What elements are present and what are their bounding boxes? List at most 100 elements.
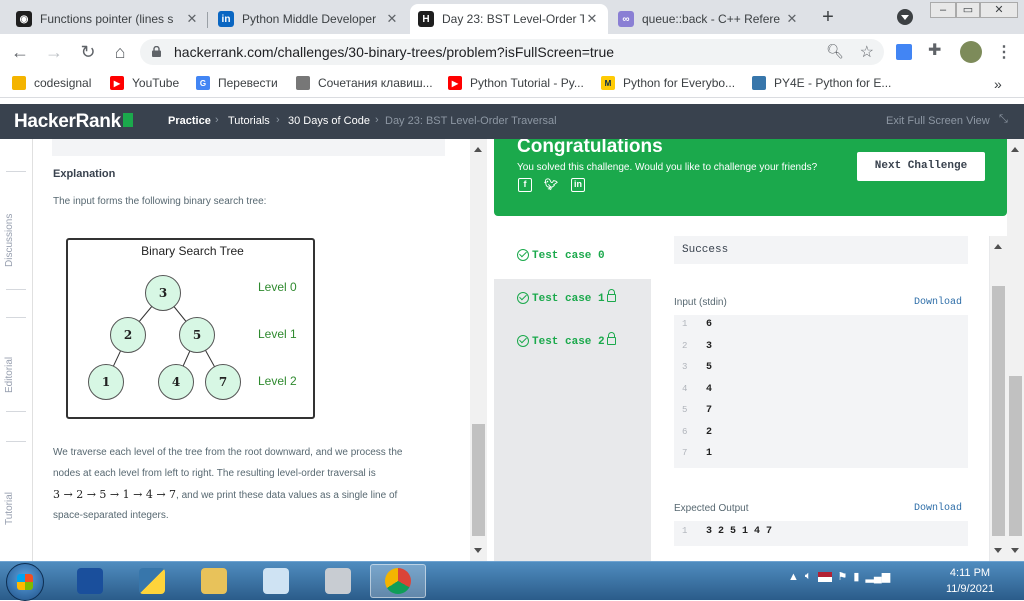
tab-title: queue::back - C++ Refere [642,12,781,26]
close-tab-icon[interactable]: ✕ [784,11,800,27]
reload-icon[interactable]: ↻ [76,40,100,64]
bookmark-python-for-everybody[interactable]: M Python for Everybo... [601,76,735,90]
hackerrank-icon: H [418,11,434,27]
browser-tab-queue-back[interactable]: ∞ queue::back - C++ Refere ✕ [610,4,808,34]
congrats-title: Congratulations [517,139,663,157]
language-flag-icon[interactable] [817,571,832,582]
hackerrank-logo[interactable]: HackerRank [14,111,133,133]
chrome-menu-icon[interactable]: ⋮ [996,42,1012,62]
start-button[interactable] [6,563,44,601]
minimize-window-button[interactable]: – [930,2,956,18]
back-arrow-icon[interactable]: ← [8,40,32,64]
lock-icon [152,46,161,57]
tab-title: Day 23: BST Level-Order T [442,12,584,26]
bookmark-youtube[interactable]: ▶ YouTube [110,76,179,90]
taskbar-calculator[interactable] [310,564,366,598]
scroll-down-icon[interactable] [474,548,482,553]
linkedin-icon[interactable]: in [571,178,585,192]
profile-avatar[interactable] [960,41,982,63]
problem-scrollbar[interactable] [470,139,487,561]
breadcrumb-practice[interactable]: Practice [168,115,211,127]
translate-extension-icon[interactable] [896,44,912,60]
more-bookmarks-button[interactable]: » [994,76,1002,92]
breadcrumb-30-days[interactable]: 30 Days of Code [288,115,370,127]
maximize-window-button[interactable]: ▭ [956,2,980,18]
bookmark-py4e[interactable]: PY4E - Python for E... [752,76,891,90]
collapse-icon[interactable]: ⤡ [999,113,1008,126]
tab-editorial[interactable]: Editorial [4,357,15,393]
close-tab-icon[interactable]: ✕ [184,11,200,27]
tab-tutorial[interactable]: Tutorial [4,492,15,525]
address-bar[interactable]: hackerrank.com/challenges/30-binary-tree… [140,39,884,65]
folder-icon [201,568,227,594]
breadcrumb-tutorials[interactable]: Tutorials [228,115,270,127]
taskbar-notepad[interactable] [248,564,304,598]
bookmark-label: YouTube [132,76,180,90]
download-input-link[interactable]: Download [914,297,962,308]
expected-output-label: Expected Output [674,503,749,514]
taskbar-powershell[interactable] [62,564,118,598]
facebook-icon[interactable]: f [518,178,532,192]
status-text: Success [682,244,729,256]
test-case-label: Test case 2 [532,336,605,348]
test-case-0-tab[interactable]: Test case 0 [494,236,651,279]
download-output-link[interactable]: Download [914,503,962,514]
browser-tab-python-middle[interactable]: in Python Middle Developer ✕ [210,4,408,34]
twitter-icon[interactable]: 🐦︎ [544,178,558,192]
clock-date: 11/9/2021 [945,583,995,595]
scroll-thumb[interactable] [1009,376,1022,536]
taskbar-clock[interactable]: 4:11 PM 11/9/2021 [930,565,1010,597]
scroll-down-icon[interactable] [1011,548,1019,553]
breadcrumb-separator: › [215,114,219,126]
scroll-up-icon[interactable] [1011,147,1019,152]
test-case-1-tab[interactable]: Test case 1 [494,279,651,322]
scroll-up-icon[interactable] [474,147,482,152]
cppreference-icon: ∞ [618,11,634,27]
scroll-thumb[interactable] [472,424,485,536]
test-case-details: Success Input (stdin) Download 16 23 35 … [651,236,989,561]
taskbar-chrome[interactable] [370,564,426,598]
close-tab-icon[interactable]: ✕ [384,11,400,27]
action-center-icon[interactable]: ⚑ [838,570,848,583]
lock-icon [606,332,616,345]
forward-arrow-icon[interactable]: → [42,40,66,64]
home-icon[interactable]: ⌂ [108,40,132,64]
extensions-puzzle-icon[interactable]: ✚ [928,40,941,60]
scroll-down-icon[interactable] [994,548,1002,553]
python-icon [139,568,165,594]
bookmark-label: Python Tutorial - Py... [470,76,584,90]
level-label: Level 2 [258,374,297,388]
scroll-thumb[interactable] [992,286,1005,536]
tab-discussions[interactable]: Discussions [4,214,15,267]
test-case-scrollbar[interactable] [990,236,1007,561]
bookmark-codesignal[interactable]: codesignal [12,76,91,90]
results-scrollbar[interactable] [1007,139,1024,561]
bookmark-translate[interactable]: G Перевести [196,76,278,90]
input-label: Input (stdin) [674,297,727,308]
bookmark-python-tutorial[interactable]: ▶ Python Tutorial - Py... [448,76,584,90]
paragraph-line: space-separated integers. [53,510,169,521]
taskbar-explorer[interactable] [186,564,242,598]
show-hidden-icons-icon[interactable]: ▲ [788,571,799,583]
powershell-icon [77,568,103,594]
browser-tab-bst-level-order[interactable]: H Day 23: BST Level-Order T ✕ [410,4,608,34]
volume-icon[interactable]: 🔈︎ [805,570,812,583]
taskbar-python[interactable] [124,564,180,598]
bookmark-shortcuts[interactable]: Сочетания клавиш... [296,76,433,90]
exit-fullscreen-link[interactable]: Exit Full Screen View [886,115,990,127]
calculator-icon [325,568,351,594]
next-challenge-button[interactable]: Next Challenge [857,152,985,181]
zoom-icon[interactable]: 🔍︎ [826,43,844,60]
new-tab-button[interactable]: + [816,6,840,29]
signal-icon[interactable]: ▂▄▆ [865,570,890,583]
test-case-list: Test case 0 Test case 1 Test case 2 [494,236,651,561]
close-tab-icon[interactable]: ✕ [584,11,600,27]
paragraph-line: nodes at each level from left to right. … [53,468,376,479]
browser-tab-functions-pointer[interactable]: ◉ Functions pointer (lines s ✕ [8,4,208,34]
scroll-up-icon[interactable] [994,244,1002,249]
tab-search-icon[interactable] [897,9,913,25]
network-icon[interactable]: ▮ [853,570,859,583]
bookmark-star-icon[interactable]: ☆ [860,42,874,62]
close-window-button[interactable]: ✕ [980,2,1018,18]
test-case-2-tab[interactable]: Test case 2 [494,322,651,365]
